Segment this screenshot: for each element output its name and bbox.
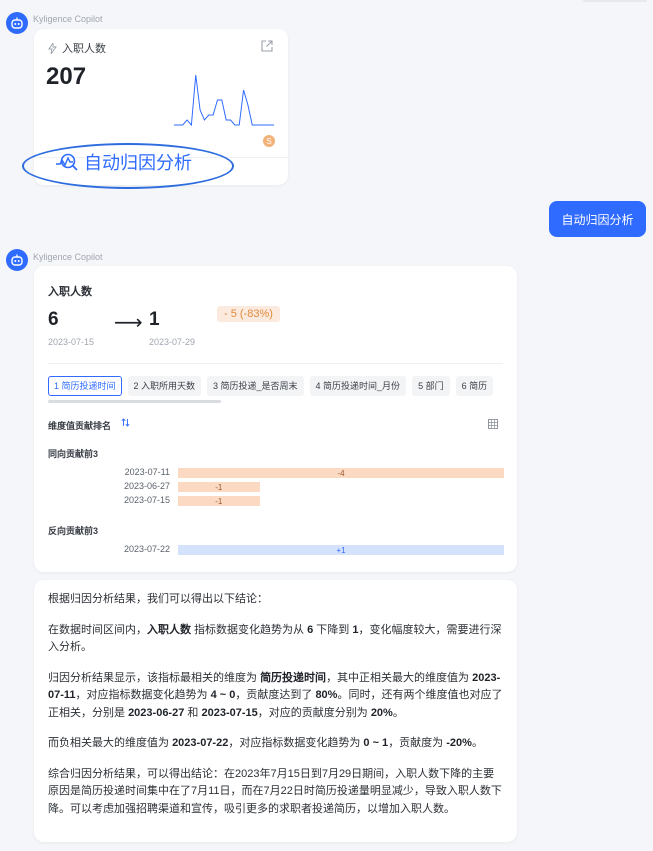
conclusion-intro: 根据归因分析结果，我们可以得出以下结论： [48,593,268,605]
copilot-avatar [6,249,28,271]
sender-name: Kyligence Copilot [33,252,103,262]
open-external-icon[interactable] [260,39,274,53]
dimension-tabs: 1 简历投递时间 2 入职所用天数 3 简历投递_是否周末 4 简历投递时间_月… [48,376,504,396]
user-message-bubble: 自动归因分析 [549,201,646,237]
text-bold: -20% [446,737,472,749]
reverse-direction-title: 反向贡献前3 [48,526,99,536]
text: 下降到 [313,623,353,636]
contribution-bar[interactable]: +1 [178,545,504,555]
robot-icon [11,254,23,266]
conclusion-paragraph: 而负相关最大的维度值为 2023-07-22，对应指标数据变化趋势为 0 ~ 1… [48,735,503,753]
text: ，对应指标数据变化趋势为 [75,689,211,701]
text: 指标数据变化趋势为从 [191,623,308,636]
sender-name: Kyligence Copilot [33,14,103,24]
conclusion-card: 根据归因分析结果，我们可以得出以下结论： 在数据时间区间内，入职人数 指标数据变… [34,580,517,842]
text: 。 [471,737,483,749]
text-bold: 20% [370,706,393,719]
text: 而负相关最大的维度值为 [48,737,173,749]
from-date: 2023-07-15 [48,337,95,347]
tab-dimension[interactable]: 1 简历投递时间 [48,376,122,396]
to-value: 1 [149,309,160,330]
text-bold: 入职人数 [147,623,191,636]
tab-dimension[interactable]: 3 简历投递_是否周末 [207,376,304,396]
status-badge: S [263,135,275,147]
sparkline-line [174,75,274,125]
scroll-hint [583,0,647,2]
robot-icon [11,17,23,29]
text: 和 [184,706,202,719]
to-date: 2023-07-29 [149,337,196,347]
conclusion-summary: 综合归因分析结果，可以得出结论：在2023年7月15日到7月29日期间，入职人数… [48,767,502,815]
text-bold: 2023-06-27 [128,706,185,719]
metric-title-row: 入职人数 [48,40,106,56]
divider [48,363,503,364]
text: ，贡献度为 [388,737,447,749]
trend-arrow: ⟶ [114,312,143,334]
text-bold: 2023-07-15 [201,706,258,719]
highlight-ellipse [22,143,234,189]
contribution-bar[interactable]: -1 [178,482,260,492]
dimension-value-label: 2023-06-27 [123,481,170,491]
tab-dimension[interactable]: 6 简历 [455,376,494,396]
copilot-avatar [6,12,28,34]
contribution-bar[interactable]: -1 [178,496,260,506]
sort-icon[interactable] [121,418,130,427]
text-bold: 4 ~ 0 [210,689,236,701]
metric-title: 入职人数 [62,43,106,55]
tab-dimension[interactable]: 2 入职所用天数 [127,376,202,396]
dimension-value-label: 2023-07-22 [123,544,170,554]
conclusion-paragraph: 在数据时间区间内，入职人数 指标数据变化趋势为从 6 下降到 1，变化幅度较大，… [48,622,503,657]
tab-dimension[interactable]: 5 部门 [412,376,450,396]
text: ，对应指标数据变化趋势为 [228,737,364,749]
from-value: 6 [48,309,59,330]
dimension-value-label: 2023-07-15 [123,495,170,505]
attribution-card: 入职人数 6 ⟶ 1 2023-07-15 2023-07-29 - 5 (-8… [34,266,517,572]
same-direction-title: 同向贡献前3 [48,449,99,459]
text-bold: 0 ~ 1 [363,737,389,749]
table-view-icon[interactable] [488,419,498,429]
rank-title: 维度值贡献排名 [48,421,112,431]
tabs-scrollbar[interactable] [48,400,221,403]
contribution-bar[interactable]: -4 [178,468,504,478]
text: 。 [392,706,404,719]
text-bold: 2023-07-22 [172,737,229,749]
text: ，对应的贡献度分别为 [257,706,371,719]
change-badge: - 5 (-83%) [217,306,280,322]
lightning-icon [48,42,57,54]
tab-dimension[interactable]: 4 简历投递时间_月份 [309,376,407,396]
text: 在数据时间区间内， [48,623,147,636]
metric-value: 207 [46,63,87,90]
text-bold: 简历投递时间 [260,671,327,684]
conclusion-paragraph: 归因分析结果显示，该指标最相关的维度为 简历投递时间，其中正相关最大的维度值为 … [48,670,503,723]
dimension-value-label: 2023-07-11 [124,467,170,477]
text-bold: 80% [315,689,338,701]
text: ，贡献度达到了 [235,689,316,701]
text: ，其中正相关最大的维度值为 [326,671,473,684]
sparkline-chart [174,71,274,127]
analysis-title: 入职人数 [48,286,92,298]
text: 归因分析结果显示，该指标最相关的维度为 [48,671,261,684]
